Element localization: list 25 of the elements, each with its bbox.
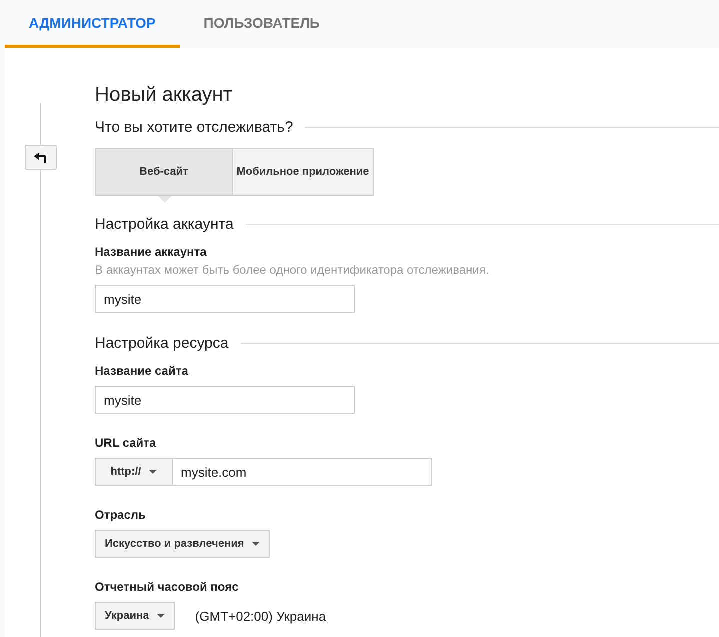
timezone-text: (GMT+02:00) Украина [195,608,326,624]
caret-icon [149,470,158,474]
selection-pointer-icon [158,196,172,203]
field-label: Отчетный часовой пояс [95,580,240,594]
back-button[interactable] [25,145,57,170]
industry-dropdown[interactable]: Искусство и развлечения [95,530,270,558]
url-field[interactable]: mysite.com [173,458,432,486]
field-label: Название сайта [95,364,190,378]
section-heading: Настройка аккаунта [95,216,234,233]
caret-icon [157,614,166,618]
field-label: URL сайта [95,436,158,450]
caret-icon [252,542,260,546]
field-label: Отрасль [95,508,147,522]
protocol-dropdown[interactable]: http:// [95,458,173,486]
field-hint: В аккаунтах может быть более одного идентификатора отслеживания. [95,263,490,277]
country-dropdown[interactable]: Украина [95,602,176,630]
text-field[interactable]: mysite [95,285,355,313]
field-label: Название аккаунта [95,245,208,259]
back-arrow-icon [34,152,48,162]
option-tab[interactable]: Мобильное приложение [233,148,374,196]
section-heading: Настройка ресурса [95,335,229,352]
page-title: Новый аккаунт [95,84,234,107]
tab[interactable]: ПОЛЬЗОВАТЕЛЬ [180,0,344,48]
section-heading: Что вы хотите отслеживать? [95,119,294,136]
text-field[interactable]: mysite [95,386,355,414]
